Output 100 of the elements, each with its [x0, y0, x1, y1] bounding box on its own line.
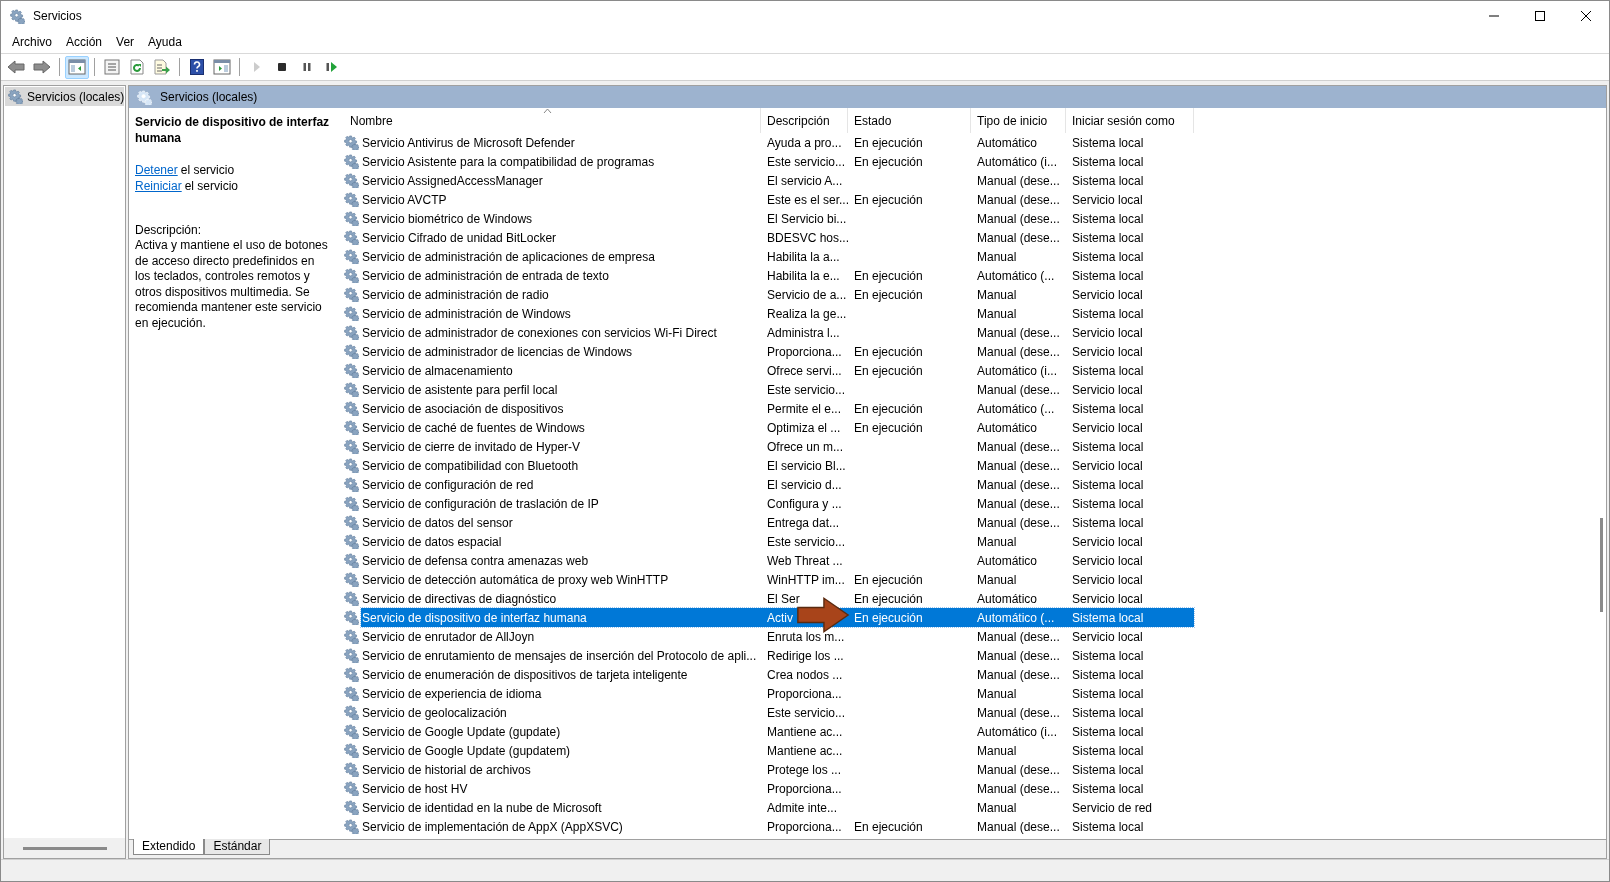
table-cell-text: Sistema local: [1071, 742, 1145, 760]
table-row[interactable]: Servicio de enumeración de dispositivos de tarjeta inteligente Crea nodos ... Manual (dese... Sistema local: [361, 665, 1194, 684]
table-row[interactable]: Servicio Asistente para la compatibilidad de programas Este servicio... En ejecución Automático (i... Sistema local: [361, 152, 1194, 171]
table-cell-text: Manual (dese...: [976, 324, 1061, 342]
table-row[interactable]: Servicio de asistente para perfil local Este servicio... Manual (dese... Servicio local: [361, 380, 1194, 399]
table-cell-text: Manual (dese...: [976, 495, 1061, 513]
column-header[interactable]: Nombre: [344, 108, 761, 133]
service-gear-icon: [344, 420, 359, 435]
table-row[interactable]: Servicio de datos espacial Este servicio... Manual Servicio local: [361, 532, 1194, 551]
table-row[interactable]: Servicio de administración de Windows Realiza la ge... Manual Sistema local: [361, 304, 1194, 323]
table-cell-text: Sistema local: [1071, 780, 1145, 798]
table-row[interactable]: Servicio Cifrado de unidad BitLocker BDESVC hos... Manual (dese... Sistema local: [361, 228, 1194, 247]
table-cell-text: Admite inte...: [766, 799, 839, 817]
table-cell-text: Servicio local: [1071, 324, 1144, 342]
table-row[interactable]: Servicio de directivas de diagnóstico El Ser En ejecución Automático Servicio local: [361, 589, 1194, 608]
service-gear-icon: [344, 211, 359, 226]
table-cell-text: Servicio Antivirus de Microsoft Defender: [361, 134, 576, 152]
table-row[interactable]: Servicio de configuración de red El servicio d... Manual (dese... Sistema local: [361, 475, 1194, 494]
service-action-link[interactable]: Detener: [135, 162, 178, 178]
service-gear-icon: [344, 686, 359, 701]
table-cell-text: En ejecución: [853, 419, 924, 437]
tree-item[interactable]: Servicios (locales): [5, 87, 124, 106]
table-cell-text: Servicio de caché de fuentes de Windows: [361, 419, 586, 437]
table-cell-text: Sistema local: [1071, 609, 1145, 627]
service-gear-icon: [344, 363, 359, 378]
menu-item[interactable]: Ayuda: [141, 33, 189, 51]
table-row[interactable]: Servicio AVCTP Este es el ser... En ejecución Manual (dese... Servicio local: [361, 190, 1194, 209]
table-row[interactable]: Servicio de administrador de licencias de Windows Proporciona... En ejecución Manual (dese... Servicio local: [361, 342, 1194, 361]
table-cell-text: El Ser: [766, 590, 801, 608]
table-cell-text: Manual: [976, 305, 1018, 323]
table-cell-text: Manual (dese...: [976, 457, 1061, 475]
table-cell-text: Servicio de experiencia de idioma: [361, 685, 543, 703]
view-tab[interactable]: Estándar: [204, 839, 271, 855]
table-row[interactable]: Servicio de configuración de traslación de IP Configura y ... Manual (dese... Sistema local: [361, 494, 1194, 513]
table-cell-text: El servicio d...: [766, 476, 843, 494]
table-row[interactable]: Servicio de Google Update (gupdate) Mantiene ac... Automático (i... Sistema local: [361, 722, 1194, 741]
table-cell-text: En ejecución: [853, 191, 924, 209]
table-row[interactable]: Servicio de caché de fuentes de Windows Optimiza el ... En ejecución Automático Servicio local: [361, 418, 1194, 437]
table-cell-text: Servicio de defensa contra amenazas web: [361, 552, 590, 570]
service-action-link[interactable]: Reiniciar: [135, 178, 182, 194]
view-tab[interactable]: Extendido: [133, 839, 205, 855]
table-row[interactable]: Servicio de geolocalización Este servicio... Manual (dese... Sistema local: [361, 703, 1194, 722]
table-row[interactable]: Servicio de administración de radio Servicio de a... En ejecución Manual Servicio local: [361, 285, 1194, 304]
column-header[interactable]: Descripción: [761, 108, 848, 133]
column-header[interactable]: Tipo de inicio: [971, 108, 1066, 133]
table-row[interactable]: Servicio de almacenamiento Ofrece servi... En ejecución Automático (i... Sistema local: [361, 361, 1194, 380]
table-cell-text: Sistema local: [1071, 761, 1145, 779]
table-row[interactable]: Servicio de host HV Proporciona... Manual (dese... Sistema local: [361, 779, 1194, 798]
table-cell-text: Servicio de administración de radio: [361, 286, 550, 304]
table-row[interactable]: Servicio de historial de archivos Protege los ... Manual (dese... Sistema local: [361, 760, 1194, 779]
table-row[interactable]: Servicio de administrador de conexiones con servicios Wi-Fi Direct Administra l... Manual (dese... Servicio local: [361, 323, 1194, 342]
table-row[interactable]: Servicio AssignedAccessManager El servicio A... Manual (dese... Sistema local: [361, 171, 1194, 190]
table-cell-text: Servicio de configuración de traslación de IP: [361, 495, 600, 513]
table-cell-text: Optimiza el ...: [766, 419, 842, 437]
table-row[interactable]: Servicio de implementación de AppX (AppXSVC) Proporciona... En ejecución Manual (dese... Sistema local: [361, 817, 1194, 836]
table-cell-text: Servicio de cierre de invitado de Hyper-V: [361, 438, 582, 456]
table-row[interactable]: Servicio de Google Update (gupdatem) Mantiene ac... Manual Sistema local: [361, 741, 1194, 760]
table-row[interactable]: Servicio de compatibilidad con Bluetooth El servicio Bl... Manual (dese... Servicio local: [361, 456, 1194, 475]
table-cell-text: Sistema local: [1071, 666, 1145, 684]
table-cell-text: Automático: [976, 419, 1039, 437]
table-cell-text: En ejecución: [853, 267, 924, 285]
table-row[interactable]: Servicio de cierre de invitado de Hyper-V Ofrece un m... Manual (dese... Sistema local: [361, 437, 1194, 456]
service-gear-icon: [344, 762, 359, 777]
table-cell-text: Manual (dese...: [976, 761, 1061, 779]
service-gear-icon: [344, 230, 359, 245]
table-row[interactable]: Servicio de dispositivo de interfaz humana Activ En ejecución Automático (... Sistema local: [361, 608, 1194, 627]
table-row[interactable]: Servicio de administración de entrada de texto Habilita la e... En ejecución Automático (... Sistema local: [361, 266, 1194, 285]
table-cell-text: Manual: [976, 533, 1018, 551]
service-gear-icon: [344, 287, 359, 302]
column-header[interactable]: Iniciar sesión como: [1066, 108, 1194, 133]
table-cell-text: Automático (i...: [976, 362, 1059, 380]
table-row[interactable]: Servicio de enrutamiento de mensajes de inserción del Protocolo de apli... Redirige los ... Manual (dese... Sistema local: [361, 646, 1194, 665]
table-row[interactable]: Servicio de detección automática de proxy web WinHTTP WinHTTP im... En ejecución Manual Servicio local: [361, 570, 1194, 589]
table-cell-text: En ejecución: [853, 343, 924, 361]
table-row[interactable]: Servicio Antivirus de Microsoft Defender Ayuda a pro... En ejecución Automático Sistema local: [361, 133, 1194, 152]
menu-item[interactable]: Archivo: [5, 33, 59, 51]
table-row[interactable]: Servicio biométrico de Windows El Servicio bi... Manual (dese... Sistema local: [361, 209, 1194, 228]
table-row[interactable]: Servicio de enrutador de AllJoyn Enruta los m... Manual (dese... Servicio local: [361, 627, 1194, 646]
table-cell-text: Configura y ...: [766, 495, 843, 513]
table-cell-text: Servicio de Google Update (gupdatem): [361, 742, 572, 760]
table-row[interactable]: Servicio de administración de aplicaciones de empresa Habilita la a... Manual Sistema local: [361, 247, 1194, 266]
menu-item[interactable]: Ver: [109, 33, 142, 51]
service-gear-icon: [344, 781, 359, 796]
menu-item[interactable]: Acción: [59, 33, 110, 51]
table-cell-text: Sistema local: [1071, 248, 1145, 266]
column-header[interactable]: Estado: [848, 108, 971, 133]
table-cell-text: Permite el e...: [766, 400, 843, 418]
table-row[interactable]: Servicio de identidad en la nube de Microsoft Admite inte... Manual Servicio de red: [361, 798, 1194, 817]
table-cell-text: Servicio de administrador de conexiones con servicios Wi-Fi Direct: [361, 324, 718, 342]
table-cell-text: El Servicio bi...: [766, 210, 848, 228]
table-cell-text: Sistema local: [1071, 514, 1145, 532]
table-row[interactable]: Servicio de asociación de dispositivos Permite el e... En ejecución Automático (... Sistema local: [361, 399, 1194, 418]
table-row[interactable]: Servicio de datos del sensor Entrega dat... Manual (dese... Sistema local: [361, 513, 1194, 532]
scrollbar-thumb[interactable]: [22, 846, 107, 850]
table-cell-text: WinHTTP im...: [766, 571, 846, 589]
table-row[interactable]: Servicio de experiencia de idioma Proporciona... Manual Sistema local: [361, 684, 1194, 703]
service-gear-icon: [344, 800, 359, 815]
scrollbar-thumb[interactable]: [1600, 518, 1603, 612]
table-row[interactable]: Servicio de defensa contra amenazas web Web Threat ... Automático Servicio local: [361, 551, 1194, 570]
table-cell-text: Servicio de administración de Windows: [361, 305, 572, 323]
